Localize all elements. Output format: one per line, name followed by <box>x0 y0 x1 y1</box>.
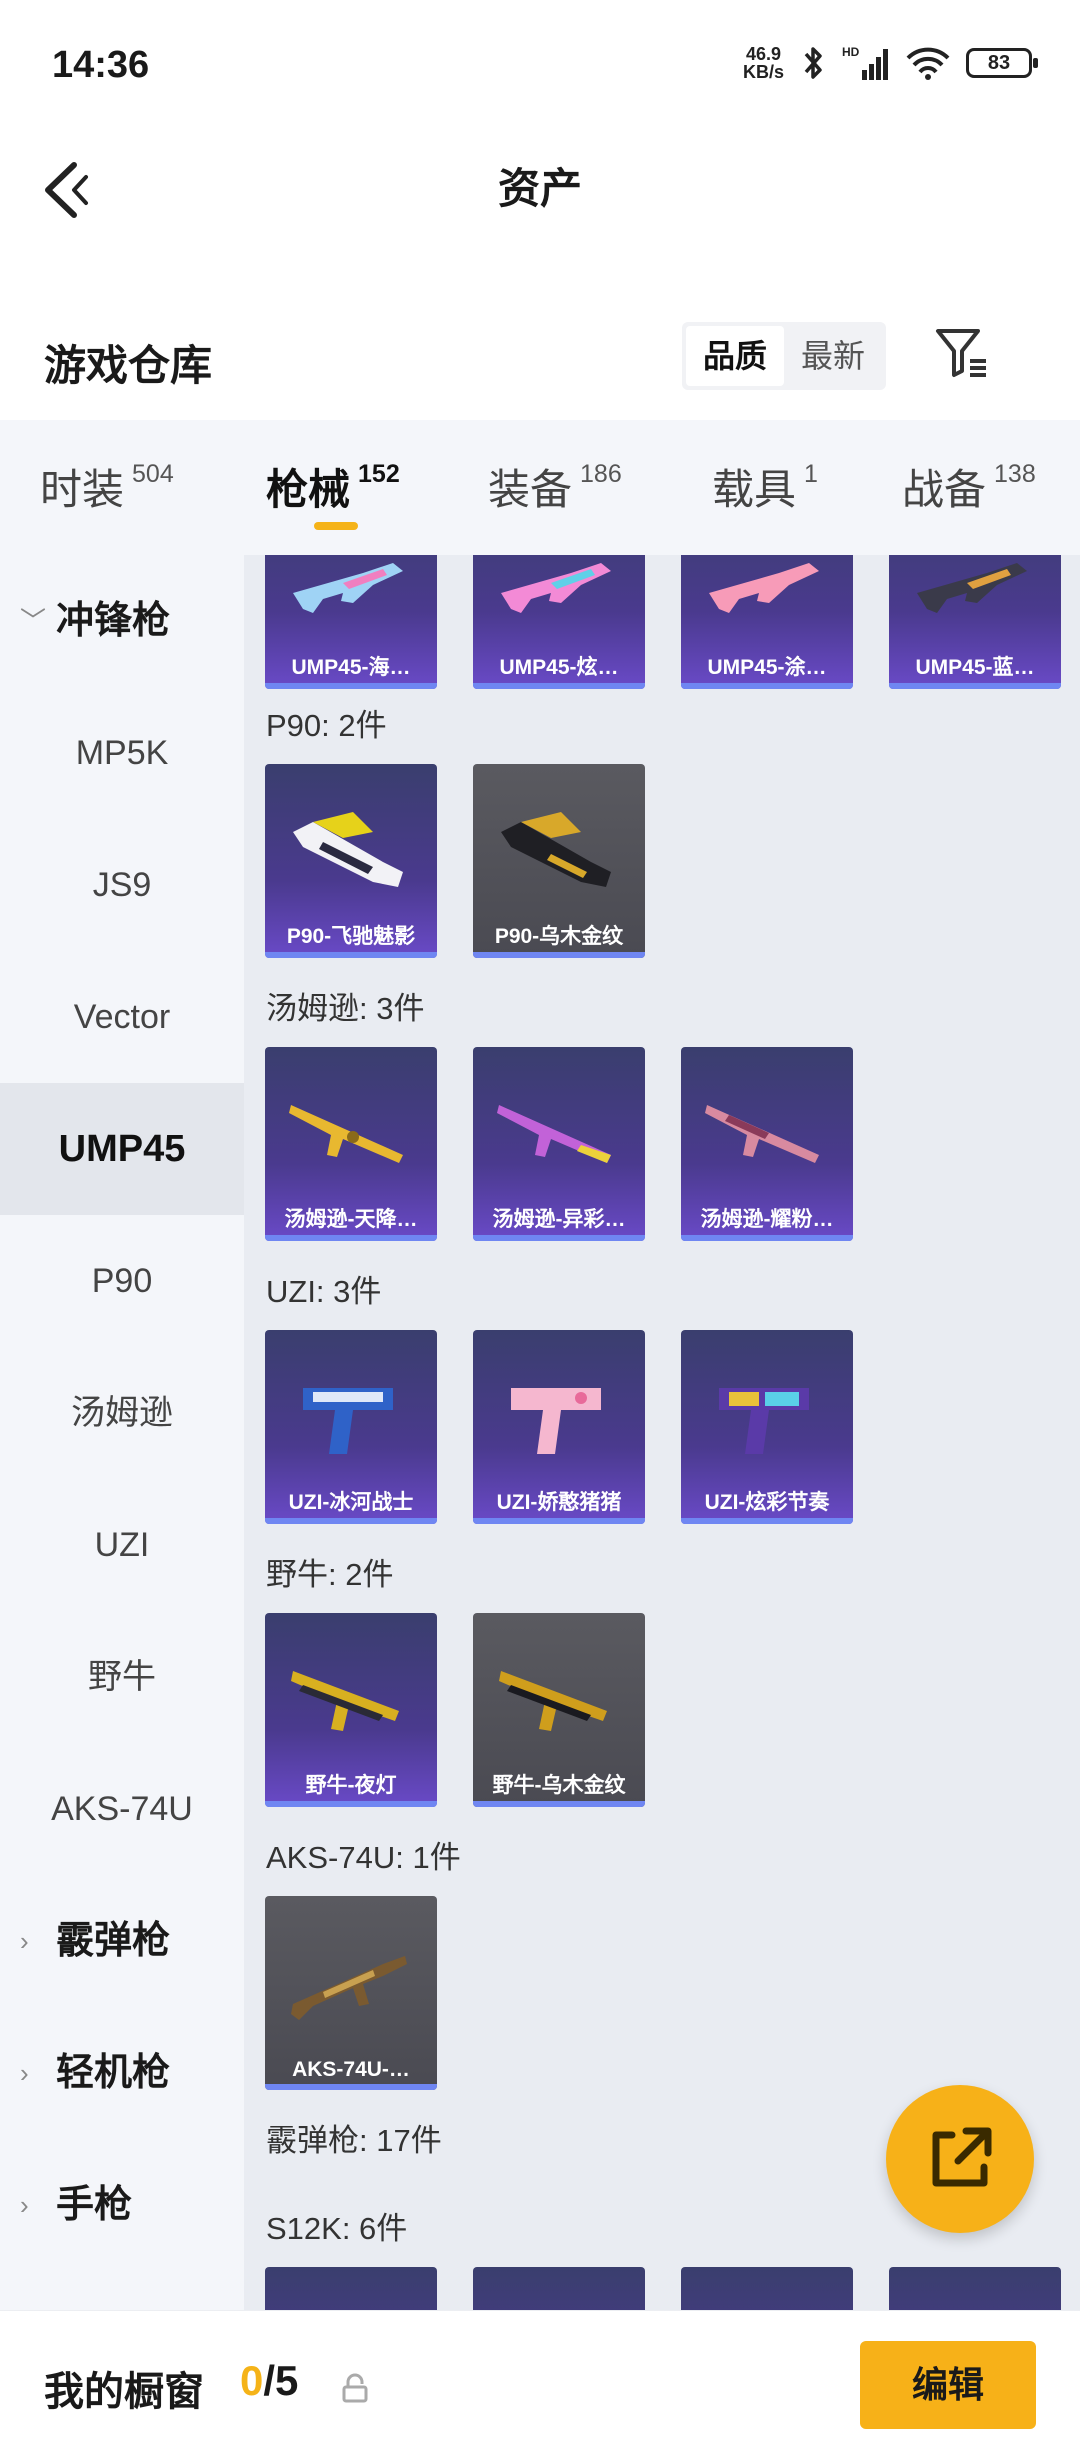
sidebar-group-smg[interactable]: ﹀ 冲锋枪 <box>0 555 244 687</box>
bluetooth-icon <box>804 47 822 79</box>
filter-icon[interactable] <box>932 323 992 383</box>
sidebar-item-ump45[interactable]: UMP45 <box>0 1083 244 1215</box>
category-tabs: 时装 504 枪械 152 装备 186 载具 1 战备 138 <box>0 420 1080 555</box>
chevron-right-icon: › <box>20 2058 29 2088</box>
p90-skin-image <box>293 812 403 887</box>
tab-equipment[interactable]: 装备 186 <box>488 456 622 517</box>
weapon-card[interactable]: UZI-娇憨猪猪 <box>473 1330 645 1524</box>
status-bar: 14:36 46.9 KB/s HD 83 <box>0 0 1080 135</box>
page-header: 资产 <box>0 135 1080 315</box>
lock-icon <box>342 2373 368 2403</box>
bison-skin-image <box>291 1671 399 1731</box>
weapon-card[interactable]: 汤姆逊-天降… <box>265 1047 437 1241</box>
showcase-count: 0/5 <box>240 2357 299 2404</box>
weapon-card[interactable]: UMP45-炫… <box>473 555 645 689</box>
sidebar-item-p90[interactable]: P90 <box>0 1215 244 1347</box>
network-speed: 46.9 KB/s <box>742 44 784 82</box>
weapon-card[interactable]: UMP45-涂… <box>681 555 853 689</box>
weapon-grid: UMP45-海… UMP45-炫… UMP45-涂… UMP45-蓝… P90:… <box>244 555 1080 2310</box>
uzi-skin-image <box>303 1388 393 1454</box>
status-time: 14:36 <box>52 44 150 86</box>
chevron-down-icon: ﹀ <box>20 606 47 636</box>
weapon-card[interactable] <box>473 2267 645 2310</box>
battery-indicator: 83 <box>966 48 1038 78</box>
weapon-card[interactable]: UZI-冰河战士 <box>265 1330 437 1524</box>
chevron-right-icon: › <box>20 1926 29 1956</box>
ump45-skin-image <box>501 563 611 613</box>
weapon-card[interactable]: 汤姆逊-耀粉… <box>681 1047 853 1241</box>
weapon-card[interactable]: UMP45-海… <box>265 555 437 689</box>
bottom-bar: 我的橱窗 0/5 编辑 <box>0 2310 1080 2460</box>
weapon-sidebar: ﹀ 冲锋枪 MP5K JS9 Vector UMP45 P90 汤姆逊 UZI … <box>0 555 244 2310</box>
weapon-card[interactable] <box>681 2267 853 2310</box>
thompson-skin-image <box>705 1105 819 1163</box>
tab-firearms[interactable]: 枪械 152 <box>266 456 400 517</box>
sidebar-item-aks74u[interactable]: AKS-74U <box>0 1743 244 1875</box>
sidebar-item-js9[interactable]: JS9 <box>0 819 244 951</box>
sort-quality-button[interactable]: 品质 <box>686 326 784 386</box>
sidebar-item-bison[interactable]: 野牛 <box>0 1611 244 1743</box>
wifi-icon <box>906 47 950 80</box>
group-label-p90: P90: 2件 <box>266 708 387 743</box>
showcase-title: 我的橱窗 <box>44 2370 204 2414</box>
weapon-card[interactable]: P90-乌木金纹 <box>473 764 645 958</box>
sidebar-item-mp5k[interactable]: MP5K <box>0 687 244 819</box>
bison-skin-image <box>499 1671 607 1731</box>
warehouse-row: 游戏仓库 品质 最新 <box>0 315 1080 420</box>
edit-button[interactable]: 编辑 <box>860 2341 1036 2429</box>
ump45-skin-image <box>709 563 819 613</box>
sort-toggle: 品质 最新 <box>682 322 886 390</box>
p90-skin-image <box>501 812 611 887</box>
uzi-skin-image <box>719 1388 809 1454</box>
sidebar-group-lmg[interactable]: › 轻机枪 <box>0 2007 244 2139</box>
sidebar-item-uzi[interactable]: UZI <box>0 1479 244 1611</box>
tab-vehicles[interactable]: 载具 1 <box>712 456 818 517</box>
ump45-skin-image <box>293 563 403 613</box>
weapon-card[interactable]: 野牛-夜灯 <box>265 1613 437 1807</box>
weapon-card[interactable] <box>265 2267 437 2310</box>
weapon-card[interactable] <box>889 2267 1061 2310</box>
share-floating-button[interactable] <box>886 2085 1034 2233</box>
group-label-aks74u: AKS-74U: 1件 <box>266 1840 461 1875</box>
group-label-bison: 野牛: 2件 <box>266 1557 394 1592</box>
thompson-skin-image <box>289 1105 403 1163</box>
signal-icon: HD <box>842 45 888 80</box>
weapon-card[interactable]: 汤姆逊-异彩… <box>473 1047 645 1241</box>
chevron-right-icon: › <box>20 2190 29 2220</box>
group-label-s12k: S12K: 6件 <box>266 2211 408 2246</box>
svg-text:HD: HD <box>842 45 860 59</box>
weapon-card[interactable]: UMP45-蓝… <box>889 555 1061 689</box>
sidebar-group-pistol[interactable]: › 手枪 <box>0 2139 244 2271</box>
thompson-skin-image <box>497 1105 611 1163</box>
sidebar-item-vector[interactable]: Vector <box>0 951 244 1083</box>
uzi-skin-image <box>511 1388 601 1454</box>
tab-battle-prep[interactable]: 战备 138 <box>902 456 1036 517</box>
weapon-card[interactable]: UZI-炫彩节奏 <box>681 1330 853 1524</box>
weapon-card[interactable]: AKS-74U-… <box>265 1896 437 2090</box>
group-label-shotgun: 霰弹枪: 17件 <box>266 2123 442 2158</box>
sidebar-item-thompson[interactable]: 汤姆逊 <box>0 1347 244 1479</box>
page-title: 资产 <box>497 165 582 212</box>
group-label-thompson: 汤姆逊: 3件 <box>266 991 425 1026</box>
warehouse-title: 游戏仓库 <box>44 342 213 389</box>
external-link-icon <box>932 2127 992 2187</box>
sidebar-group-shotgun[interactable]: › 霰弹枪 <box>0 1875 244 2007</box>
sort-latest-button[interactable]: 最新 <box>784 326 882 386</box>
ump45-skin-image <box>917 563 1027 613</box>
group-label-uzi: UZI: 3件 <box>266 1274 382 1309</box>
tab-fashion[interactable]: 时装 504 <box>40 456 174 517</box>
weapon-card[interactable]: P90-飞驰魅影 <box>265 764 437 958</box>
aks74u-skin-image <box>291 1956 407 2020</box>
active-tab-indicator <box>314 522 358 530</box>
status-icons: 46.9 KB/s HD 83 <box>742 44 1038 82</box>
weapon-card[interactable]: 野牛-乌木金纹 <box>473 1613 645 1807</box>
